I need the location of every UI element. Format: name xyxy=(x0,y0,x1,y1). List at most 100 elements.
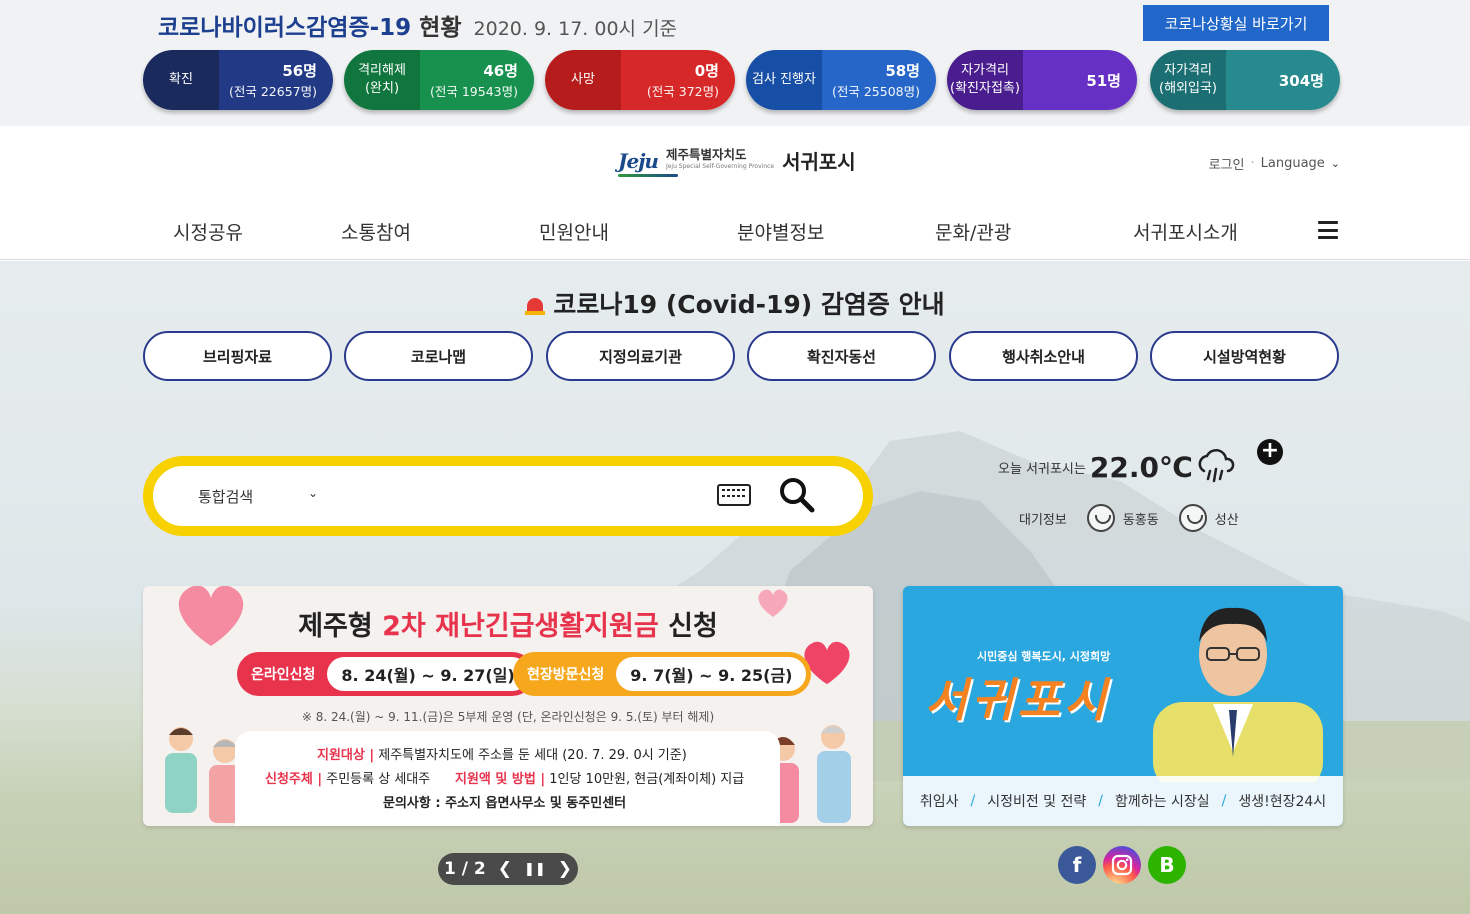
banner-title-highlight: 2차 재난긴급생활지원금 xyxy=(382,611,659,642)
separator: / xyxy=(970,793,976,809)
mayor-portrait-image xyxy=(1153,607,1323,782)
stat-label: 격리해제 (완치) xyxy=(344,50,420,110)
banner-target-line: 지원대상 | 제주특별자치도에 주소를 둔 세대 (20. 7. 29. 0시 … xyxy=(317,744,687,763)
mayor-city-logo: 서귀포시 xyxy=(925,673,1111,727)
target-label: 지원대상 | xyxy=(317,748,375,763)
logo-province-en: Jeju Special Self-Governing Province xyxy=(665,162,775,170)
stat-label: 확진 xyxy=(143,50,219,110)
pager-separator: / xyxy=(461,859,468,879)
banner-applicant-line: 신청주체 | 주민등록 상 세대주 xyxy=(265,768,430,787)
rain-cloud-icon xyxy=(1198,449,1235,483)
stat-label: 자가격리 (확진자접촉) xyxy=(947,50,1023,110)
banner-title-pre: 제주형 xyxy=(298,611,383,642)
site-header: Jeju 제주특별자치도 Jeju Special Self-Governing… xyxy=(0,126,1470,260)
air-station: 동홍동 xyxy=(1122,512,1159,528)
banner-contact-line: 문의사항 : 주소지 읍면사무소 및 동주민센터 xyxy=(383,796,627,811)
facebook-icon[interactable]: f xyxy=(1058,846,1096,884)
weather-widget: 오늘 서귀포시는 22.0℃ + xyxy=(998,439,1283,484)
search-icon[interactable] xyxy=(778,476,816,514)
jeju-logo-mark: Jeju xyxy=(618,148,678,177)
login-link[interactable]: 로그인 xyxy=(1209,154,1245,173)
search-scope-select[interactable]: 통합검색 xyxy=(198,486,253,507)
main-visual: 코로나19 (Covid-19) 감염증 안내 브리핑자료 코로나맵 지정의료기… xyxy=(0,261,1470,914)
briefing-button[interactable]: 브리핑자료 xyxy=(143,331,332,381)
prev-arrow-icon[interactable]: ❮ xyxy=(498,859,512,879)
stat-deaths[interactable]: 사망 0명 (전국 372명) xyxy=(545,50,735,110)
amount-text: 1인당 10만원, 현금(계좌이체) 지급 xyxy=(545,772,745,787)
nav-item-culture-tourism[interactable]: 문화/관광 xyxy=(935,218,1011,245)
mayor-link-office[interactable]: 함께하는 시장실 xyxy=(1115,791,1210,811)
banner-info-box: 지원대상 | 제주특별자치도에 주소를 둔 세대 (20. 7. 29. 0시 … xyxy=(235,731,780,826)
stat-testing[interactable]: 검사 진행자 58명 (전국 25508명) xyxy=(746,50,936,110)
online-dates: 8. 24(월) ~ 9. 27(일) xyxy=(327,657,529,691)
pager-text: 1 / 2 xyxy=(444,859,486,879)
pause-icon[interactable]: ❚❚ xyxy=(524,862,546,877)
stat-value: 58명 xyxy=(885,62,920,80)
instagram-icon[interactable] xyxy=(1103,846,1141,884)
separator: / xyxy=(1221,793,1227,809)
banner-title-post: 신청 xyxy=(658,611,718,642)
nav-item-city-info[interactable]: 시정공유 xyxy=(173,218,243,245)
mayor-banner[interactable]: 시민중심 행복도시, 시정희망 서귀포시 취임사 / 시정비전 및 전략 / 함… xyxy=(903,586,1343,826)
applicant-label: 신청주체 | xyxy=(265,772,323,787)
language-selector[interactable]: Language xyxy=(1261,156,1325,171)
nav-item-field-info[interactable]: 분야별정보 xyxy=(737,218,824,245)
patient-route-button[interactable]: 확진자동선 xyxy=(747,331,936,381)
event-cancel-button[interactable]: 행사취소안내 xyxy=(949,331,1138,381)
stat-label: 사망 xyxy=(545,50,621,110)
covid-notice-title: 코로나19 (Covid-19) 감염증 안내 xyxy=(0,285,1470,321)
online-label: 온라인신청 xyxy=(251,667,316,683)
separator-dot: · xyxy=(1250,156,1255,171)
logo-province-ko: 제주특별자치도 xyxy=(665,146,747,162)
target-text: 제주특별자치도에 주소를 둔 세대 (20. 7. 29. 0시 기준) xyxy=(374,748,687,763)
pager-current: 1 xyxy=(443,859,456,879)
covid-status-title: 코로나바이러스감염증-19 현황 2020. 9. 17. 00시 기준 xyxy=(158,8,677,42)
covid-situation-room-button[interactable]: 코로나상황실 바로가기 xyxy=(1143,5,1329,41)
chevron-down-icon[interactable]: ⌄ xyxy=(1331,157,1340,170)
stat-national: (전국 372명) xyxy=(646,84,719,99)
site-logo[interactable]: Jeju 제주특별자치도 Jeju Special Self-Governing… xyxy=(618,146,856,177)
logo-province: 제주특별자치도 Jeju Special Self-Governing Prov… xyxy=(665,146,775,173)
visit-label: 현장방문신청 xyxy=(527,667,605,683)
hamburger-menu-icon[interactable] xyxy=(1318,221,1338,239)
weather-more-button[interactable]: + xyxy=(1257,439,1283,465)
stat-confirmed[interactable]: 확진 56명 (전국 22657명) xyxy=(143,50,333,110)
banner-amount-line: 지원액 및 방법 | 1인당 10만원, 현금(계좌이체) 지급 xyxy=(455,768,744,787)
stat-released[interactable]: 격리해제 (완치) 46명 (전국 19543명) xyxy=(344,50,534,110)
stat-value: 304명 xyxy=(1278,71,1324,90)
stat-self-quarantine-overseas[interactable]: 자가격리 (해외입국) 304명 xyxy=(1150,50,1340,110)
air-quality: 대기정보 동홍동 성산 xyxy=(1019,504,1239,532)
designated-hospital-button[interactable]: 지정의료기관 xyxy=(546,331,735,381)
next-arrow-icon[interactable]: ❯ xyxy=(558,859,572,879)
covid-status-bar: 코로나바이러스감염증-19 현황 2020. 9. 17. 00시 기준 코로나… xyxy=(0,0,1470,126)
nav-item-civil-service[interactable]: 민원안내 xyxy=(539,218,609,245)
search-box: 통합검색 ⌄ xyxy=(143,456,873,536)
weather-today-label: 오늘 서귀포시는 xyxy=(998,462,1086,477)
banner-title: 제주형 2차 재난긴급생활지원금 신청 xyxy=(143,604,873,643)
weather-temperature: 22.0℃ xyxy=(1089,451,1193,484)
amount-label: 지원액 및 방법 | xyxy=(455,772,546,787)
corona-map-button[interactable]: 코로나맵 xyxy=(344,331,533,381)
stat-label: 자가격리 (해외입국) xyxy=(1150,50,1226,110)
applicant-text: 주민등록 상 세대주 xyxy=(322,772,431,787)
mayor-link-inaugural[interactable]: 취임사 xyxy=(920,791,959,811)
separator: / xyxy=(1098,793,1103,809)
logo-city: 서귀포시 xyxy=(782,150,856,174)
banner-pager: 1 / 2 ❮ ❚❚ ❯ xyxy=(438,853,578,885)
facility-disinfection-button[interactable]: 시설방역현황 xyxy=(1150,331,1339,381)
stat-value: 51명 xyxy=(1086,71,1121,90)
pager-total: 2 xyxy=(473,859,486,879)
disaster-support-banner[interactable]: 제주형 2차 재난긴급생활지원금 신청 온라인신청 8. 24(월) ~ 9. … xyxy=(143,586,873,826)
siren-icon xyxy=(525,295,546,315)
keyboard-icon[interactable] xyxy=(717,484,751,506)
mayor-links: 취임사 / 시정비전 및 전략 / 함께하는 시장실 / 생생!현장24시 xyxy=(903,776,1343,826)
mayor-slogan: 시민중심 행복도시, 시정희망 xyxy=(977,650,1111,663)
mayor-link-field[interactable]: 생생!현장24시 xyxy=(1238,791,1326,811)
stat-self-quarantine-contact[interactable]: 자가격리 (확진자접촉) 51명 xyxy=(947,50,1137,110)
nav-item-about[interactable]: 서귀포시소개 xyxy=(1133,218,1238,245)
chevron-down-icon[interactable]: ⌄ xyxy=(308,486,318,500)
blog-icon[interactable]: B xyxy=(1148,846,1186,884)
nav-item-participation[interactable]: 소통참여 xyxy=(341,218,411,245)
visit-dates: 9. 7(월) ~ 9. 25(금) xyxy=(616,657,807,691)
mayor-link-vision[interactable]: 시정비전 및 전략 xyxy=(987,791,1086,811)
